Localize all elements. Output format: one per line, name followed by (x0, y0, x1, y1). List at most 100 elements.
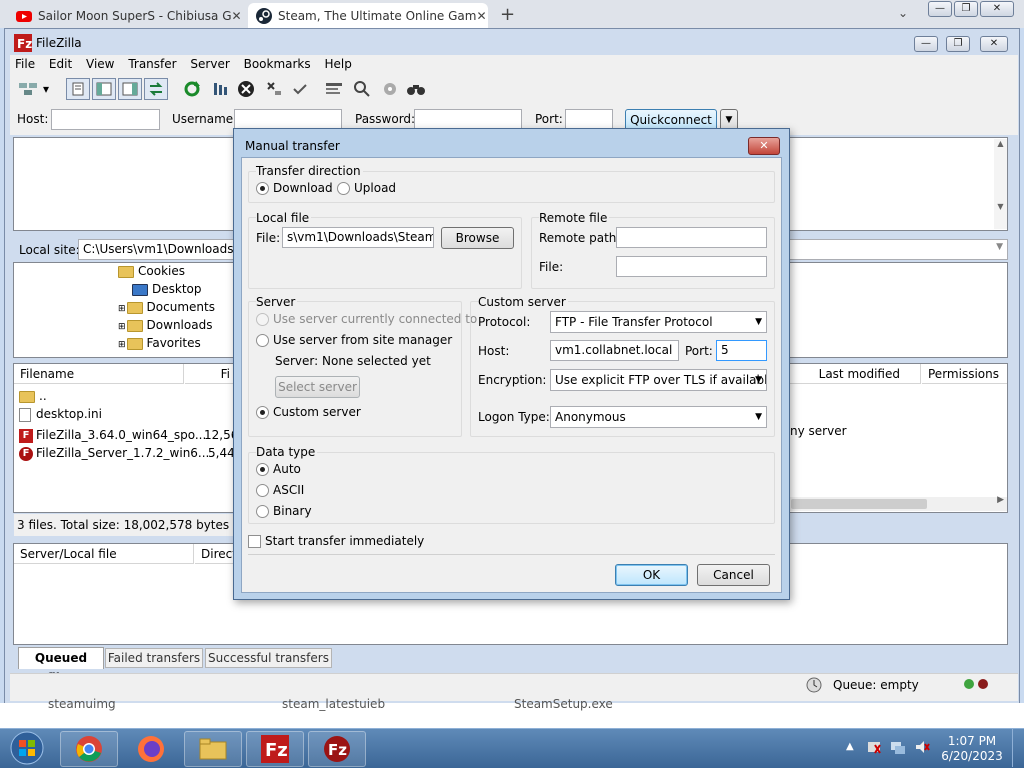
menu-bookmarks[interactable]: Bookmarks (244, 55, 311, 73)
custom-host-input[interactable]: vm1.collabnet.local (550, 340, 679, 361)
data-type-binary-radio[interactable]: Binary (256, 503, 312, 519)
tree-item-cookies[interactable]: Cookies (118, 262, 185, 280)
download-item[interactable]: steam_latestuieb (282, 697, 385, 711)
remote-tree-toggle-icon[interactable] (118, 78, 142, 100)
protocol-select[interactable]: FTP - File Transfer Protocol ▼ (550, 311, 767, 333)
local-file-input[interactable]: s\vm1\Downloads\SteamSe (282, 227, 434, 248)
expand-icon[interactable]: ⊞ (118, 304, 126, 314)
disconnect-icon[interactable] (262, 78, 286, 100)
log-scrollbar[interactable]: ▲ ▼ (994, 139, 1007, 229)
close-window-button[interactable]: ✕ (980, 1, 1014, 17)
menu-view[interactable]: View (86, 55, 114, 73)
browser-tab-steam[interactable]: Steam, The Ultimate Online Gam ✕ (248, 3, 488, 28)
local-site-path-input[interactable]: C:\Users\vm1\Downloads\ (78, 239, 238, 260)
dialog-close-button[interactable]: ✕ (748, 137, 780, 155)
sync-browsing-icon[interactable] (378, 78, 402, 100)
list-item[interactable]: F FileZilla_3.64.0_win64_spo... 12,56 (19, 426, 238, 444)
download-item[interactable]: SteamSetup.exe (514, 697, 613, 711)
browser-tab-youtube[interactable]: Sailor Moon SuperS - Chibiusa G ✕ (8, 3, 244, 28)
menu-server[interactable]: Server (190, 55, 229, 73)
ok-button[interactable]: OK (615, 564, 688, 586)
tab-successful-transfers[interactable]: Successful transfers (205, 648, 332, 668)
remote-site-path-input[interactable]: ▼ (788, 239, 1008, 260)
download-item[interactable]: steamuimg (48, 697, 116, 711)
taskbar-filezilla-server[interactable]: Fz (308, 731, 366, 767)
data-type-ascii-radio[interactable]: ASCII (256, 482, 304, 498)
logon-type-select[interactable]: Anonymous ▼ (550, 406, 767, 428)
close-icon[interactable]: ✕ (232, 9, 242, 23)
taskbar-chrome[interactable] (60, 731, 118, 767)
column-server-local-file[interactable]: Server/Local file (14, 544, 194, 564)
start-immediately-checkbox[interactable]: Start transfer immediately (248, 533, 424, 549)
taskbar-explorer[interactable] (184, 731, 242, 767)
process-queue-icon[interactable] (208, 78, 232, 100)
site-manager-icon[interactable] (16, 78, 40, 100)
file-name: FileZilla_3.64.0_win64_spo... (36, 428, 207, 442)
column-filesize[interactable]: Fi (185, 364, 234, 384)
clock[interactable]: 1:07 PM 6/20/2023 (940, 734, 1004, 764)
remote-path-input[interactable] (616, 227, 767, 248)
download-radio[interactable]: Download (256, 180, 333, 196)
menu-edit[interactable]: Edit (49, 55, 72, 73)
show-desktop-button[interactable] (1012, 729, 1024, 767)
menu-file[interactable]: File (15, 55, 35, 73)
search-files-icon[interactable] (404, 78, 428, 100)
expand-icon[interactable]: ⊞ (118, 340, 126, 350)
refresh-icon[interactable] (180, 78, 204, 100)
fz-minimize-button[interactable]: — (914, 36, 938, 52)
volume-icon[interactable] (914, 739, 930, 755)
column-last-modified[interactable]: Last modified (789, 364, 921, 384)
list-item[interactable]: desktop.ini (19, 405, 102, 423)
remote-hscrollbar[interactable]: ▶ (789, 495, 1007, 511)
quickconnect-host-input[interactable] (51, 109, 160, 130)
site-manager-dropdown-icon[interactable]: ▾ (40, 78, 52, 100)
list-item[interactable]: F FileZilla_Server_1.7.2_win6... 5,44 (19, 444, 235, 462)
taskbar-firefox[interactable] (122, 731, 180, 767)
tab-queued-files[interactable]: Queued files (18, 647, 104, 685)
local-tree-toggle-icon[interactable] (92, 78, 116, 100)
quickconnect-port-input[interactable] (565, 109, 613, 130)
restore-button[interactable]: ❐ (954, 1, 978, 17)
data-type-auto-radio[interactable]: Auto (256, 461, 301, 477)
fz-maximize-button[interactable]: ❐ (946, 36, 970, 52)
reconnect-icon[interactable] (288, 78, 312, 100)
transfer-queue-toggle-icon[interactable] (144, 78, 168, 100)
encryption-select[interactable]: Use explicit FTP over TLS if available ▼ (550, 369, 767, 391)
fz-close-button[interactable]: ✕ (980, 36, 1008, 52)
cancel-operation-icon[interactable] (234, 78, 258, 100)
use-site-manager-radio[interactable]: Use server from site manager (256, 332, 452, 348)
column-filename[interactable]: Filename (14, 364, 184, 384)
network-icon[interactable] (890, 739, 906, 755)
show-hidden-icons-icon[interactable]: ▲ (846, 741, 854, 752)
close-icon[interactable]: ✕ (476, 9, 486, 23)
remote-file-input[interactable] (616, 256, 767, 277)
quickconnect-username-input[interactable] (234, 109, 342, 130)
menu-transfer[interactable]: Transfer (128, 55, 176, 73)
minimize-button[interactable]: — (928, 1, 952, 17)
taskbar-filezilla[interactable]: Fz (246, 731, 304, 767)
tab-failed-transfers[interactable]: Failed transfers (105, 648, 203, 668)
tree-item-downloads[interactable]: ⊞ Downloads (118, 316, 212, 336)
column-direction[interactable]: Direct (195, 544, 235, 564)
tree-item-favorites[interactable]: ⊞ Favorites (118, 334, 201, 354)
browse-button[interactable]: Browse (441, 227, 514, 249)
quickconnect-password-input[interactable] (414, 109, 522, 130)
start-button[interactable] (4, 729, 50, 767)
tree-item-desktop[interactable]: Desktop (132, 280, 202, 298)
action-center-icon[interactable] (866, 739, 882, 755)
directory-compare-icon[interactable] (350, 78, 374, 100)
upload-radio[interactable]: Upload (337, 180, 396, 196)
cancel-button[interactable]: Cancel (697, 564, 770, 586)
tab-search-icon[interactable]: ⌄ (898, 6, 908, 20)
message-log-toggle-icon[interactable] (66, 78, 90, 100)
tree-item-documents[interactable]: ⊞ Documents (118, 298, 215, 318)
list-item[interactable]: .. (19, 387, 47, 405)
filezilla-logo-icon: Fz (14, 34, 32, 52)
custom-server-radio[interactable]: Custom server (256, 404, 361, 420)
menu-help[interactable]: Help (324, 55, 351, 73)
column-permissions[interactable]: Permissions (922, 364, 1007, 384)
directory-filter-icon[interactable] (322, 78, 346, 100)
expand-icon[interactable]: ⊞ (118, 322, 126, 332)
custom-port-input[interactable]: 5 (716, 340, 767, 361)
new-tab-button[interactable]: + (500, 4, 515, 25)
